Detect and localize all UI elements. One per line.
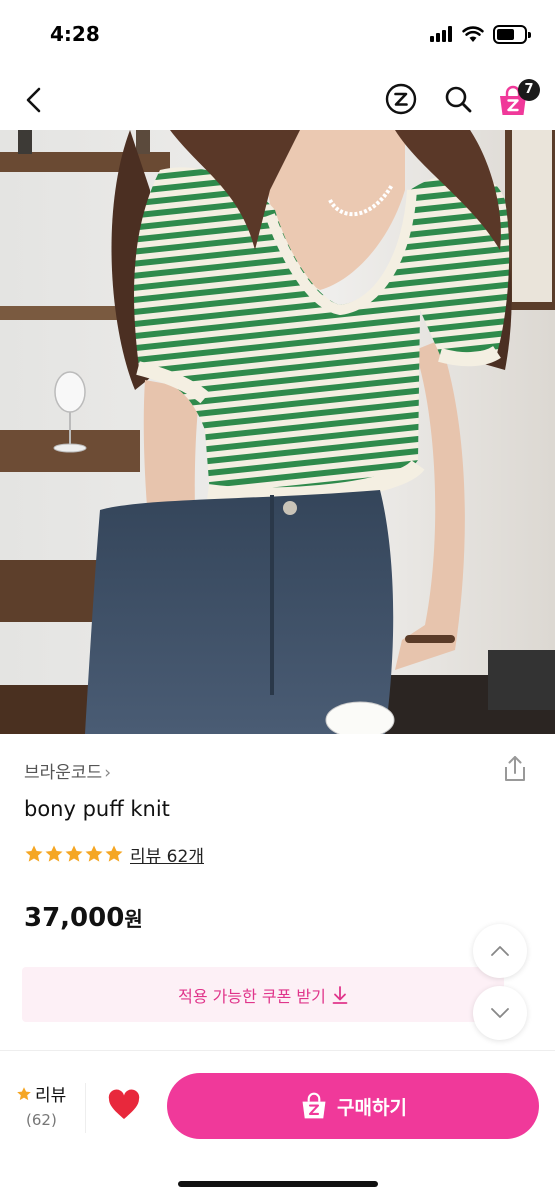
review-tab-button[interactable]: 리뷰 (62): [14, 1081, 76, 1141]
product-photo: [0, 130, 555, 734]
rating-row: 리뷰 62개: [24, 842, 204, 867]
scroll-up-button[interactable]: [473, 924, 527, 978]
chevron-up-icon: [491, 946, 509, 956]
review-tab-label: 리뷰: [35, 1086, 67, 1106]
zigzag-home-button[interactable]: [384, 82, 418, 116]
star-icon: [17, 1086, 31, 1100]
status-bar: 4:28: [0, 0, 555, 70]
cart-icon: [302, 1092, 326, 1119]
chevron-down-icon: [491, 1008, 509, 1018]
review-tab-count: (62): [26, 1111, 57, 1129]
brand-link[interactable]: 브라운코드 ›: [24, 758, 111, 783]
chevron-right-icon: ›: [104, 763, 112, 783]
star-icon: [45, 845, 63, 862]
bottom-action-bar: 리뷰 (62) 구매하기: [0, 1051, 555, 1200]
like-button[interactable]: [106, 1089, 146, 1125]
battery-icon: [493, 25, 531, 44]
back-button[interactable]: [18, 80, 52, 120]
buy-label: 구매하기: [337, 1096, 407, 1119]
cart-button[interactable]: 7: [496, 78, 540, 118]
brand-name: 브라운코드: [24, 763, 103, 783]
status-time: 4:28: [50, 22, 100, 46]
price-unit: 원: [124, 907, 143, 931]
price-value: 37,000: [24, 903, 125, 933]
price: 37,000원: [24, 903, 143, 933]
star-icon: [105, 845, 123, 862]
top-navigation: 7: [0, 70, 555, 130]
heart-icon: [108, 1089, 140, 1119]
home-indicator: [178, 1181, 378, 1187]
wifi-icon: [462, 26, 484, 42]
star-icon: [65, 845, 83, 862]
star-icon: [25, 845, 43, 862]
product-image[interactable]: [0, 130, 555, 734]
scroll-down-button[interactable]: [473, 986, 527, 1040]
signal-icon: [430, 26, 456, 42]
bar-separator: [85, 1083, 86, 1133]
search-icon: [445, 86, 472, 113]
star-icon: [85, 845, 103, 862]
share-button[interactable]: [500, 754, 530, 784]
coupon-download-button[interactable]: 적용 가능한 쿠폰 받기: [22, 967, 504, 1022]
coupon-label: 적용 가능한 쿠폰 받기: [178, 986, 326, 1006]
zigzag-logo-icon: [385, 83, 417, 115]
search-button[interactable]: [441, 82, 475, 116]
rating-stars: [24, 844, 124, 864]
download-icon: [332, 985, 348, 1004]
review-count-link[interactable]: 리뷰 62개: [130, 842, 204, 867]
chevron-left-icon: [26, 87, 41, 113]
review-tab-label-row: 리뷰: [16, 1081, 66, 1106]
product-name: bony puff knit: [24, 797, 170, 821]
buy-button[interactable]: 구매하기: [167, 1073, 539, 1139]
share-icon: [505, 756, 525, 781]
cart-count-badge: 7: [518, 79, 540, 101]
